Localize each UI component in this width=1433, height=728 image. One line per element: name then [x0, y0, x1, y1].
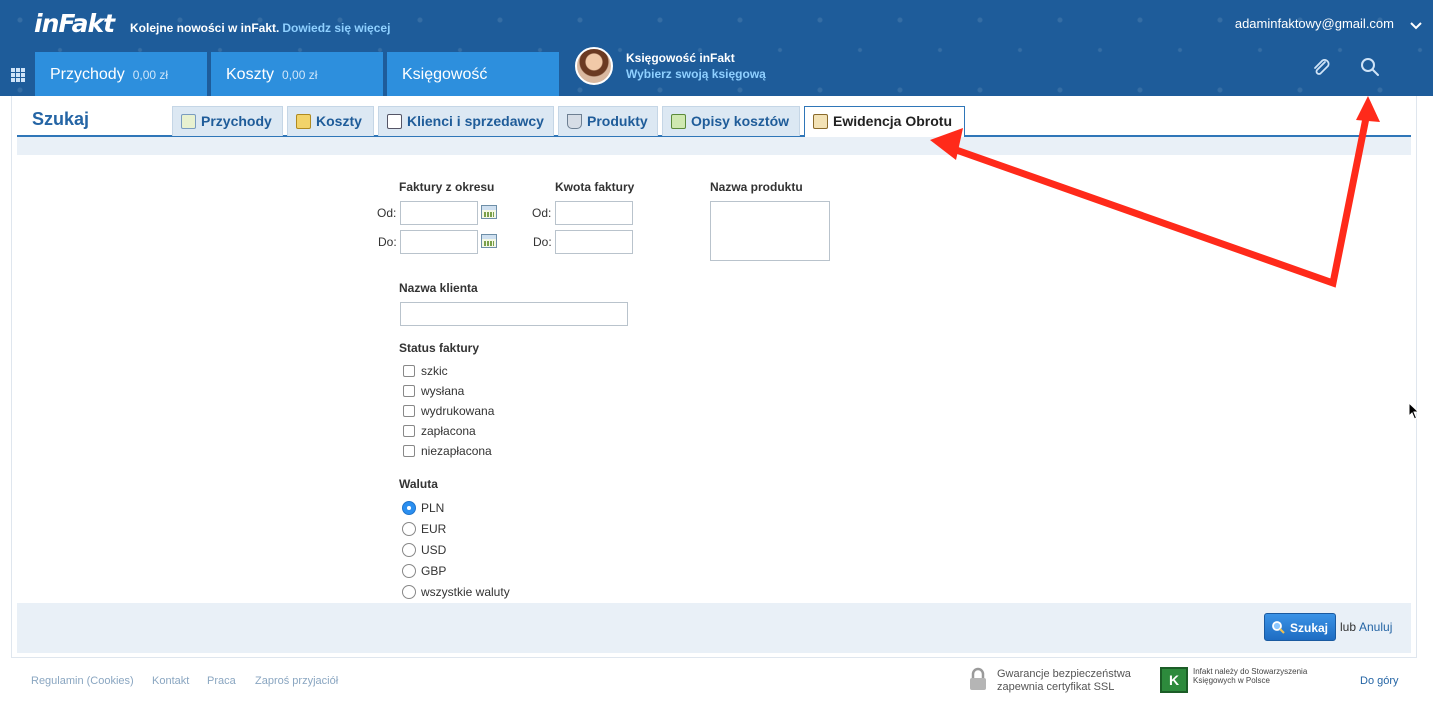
status-checkbox[interactable]	[403, 445, 415, 457]
tab-label: Klienci i sprzedawcy	[407, 113, 544, 129]
cancel-link[interactable]: Anuluj	[1359, 620, 1392, 634]
back-to-top-link[interactable]: Do góry	[1360, 675, 1399, 687]
nav-tab-label: Księgowość	[402, 66, 488, 83]
status-checkbox[interactable]	[403, 425, 415, 437]
panel-top-bar	[17, 137, 1411, 155]
nav-tab-amount: 0,00 zł	[132, 68, 169, 82]
news-link[interactable]: Dowiedz się więcej	[282, 21, 390, 35]
choose-accountant-link[interactable]: Wybierz swoją księgową	[626, 67, 766, 81]
nav-tab-ksiegowosc[interactable]: Księgowość	[387, 52, 559, 96]
status-option: wysłana	[421, 384, 465, 398]
book-icon	[813, 114, 828, 129]
accountant-title: Księgowość inFakt	[626, 51, 735, 65]
currency-radio[interactable]	[402, 501, 416, 515]
lock-icon	[970, 667, 986, 690]
status-checkbox[interactable]	[403, 365, 415, 377]
period-from-input[interactable]	[400, 201, 478, 225]
tab-label: Opisy kosztów	[691, 113, 790, 129]
currency-radio[interactable]	[402, 543, 416, 557]
sk-logo: K	[1160, 667, 1188, 693]
basket-icon	[567, 114, 582, 129]
tab-przychody[interactable]: Przychody	[172, 106, 283, 136]
tab-koszty[interactable]: Koszty	[287, 106, 374, 136]
amount-to-input[interactable]	[555, 230, 633, 254]
tab-klienci[interactable]: Klienci i sprzedawcy	[378, 106, 554, 136]
news-text: Kolejne nowości w inFakt.	[130, 21, 280, 35]
product-label: Nazwa produktu	[710, 180, 803, 194]
tab-produkty[interactable]: Produkty	[558, 106, 658, 136]
client-label: Nazwa klienta	[399, 281, 478, 295]
status-option: zapłacona	[421, 424, 476, 438]
period-from-label: Od:	[377, 206, 397, 220]
search-title: Szukaj	[32, 109, 90, 129]
nav-tab-amount: 0,00 zł	[282, 68, 318, 82]
currency-option: GBP	[421, 564, 447, 578]
currency-option: USD	[421, 543, 447, 557]
amount-from-input[interactable]	[555, 201, 633, 225]
news-banner: Kolejne nowości w inFakt. Dowiedz się wię…	[130, 21, 390, 35]
tab-opisy-kosztow[interactable]: Opisy kosztów	[662, 106, 800, 136]
footer-link-invite[interactable]: Zaproś przyjaciół	[255, 675, 338, 687]
footer-link-contact[interactable]: Kontakt	[152, 675, 189, 687]
user-email-menu[interactable]: adaminfaktowy@gmail.com	[1235, 16, 1394, 31]
cost-descriptions-icon	[671, 114, 686, 129]
period-to-label: Do:	[378, 235, 397, 249]
nav-tab-przychody[interactable]: Przychody 0,00 zł	[35, 52, 207, 96]
calendar-icon[interactable]	[481, 205, 497, 219]
tab-label: Ewidencja Obrotu	[833, 113, 953, 129]
currency-option: PLN	[421, 501, 445, 515]
tab-label: Produkty	[587, 113, 648, 129]
amount-from-label: Od:	[532, 206, 552, 220]
tab-label: Koszty	[316, 113, 362, 129]
tab-ewidencja-obrotu[interactable]: Ewidencja Obrotu	[804, 106, 965, 138]
nav-tab-koszty[interactable]: Koszty 0,00 zł	[211, 52, 383, 96]
amount-to-label: Do:	[533, 235, 552, 249]
ssl-guarantee: Gwarancje bezpieczeństwa zapewnia certyf…	[997, 668, 1131, 693]
mouse-cursor	[1408, 402, 1420, 420]
status-option: niezapłacona	[421, 444, 492, 458]
search-button-label: Szukaj	[1290, 621, 1329, 635]
status-label: Status faktury	[399, 341, 480, 355]
currency-option: EUR	[421, 522, 447, 536]
currency-radio[interactable]	[402, 522, 416, 536]
calendar-icon[interactable]	[481, 234, 497, 248]
status-checkbox[interactable]	[403, 405, 415, 417]
accountant-avatar[interactable]	[575, 47, 613, 85]
nav-tab-label: Koszty	[226, 66, 275, 83]
sk-membership: Infakt należy do Stowarzyszenia Księgowy…	[1193, 667, 1308, 685]
magnifier-icon	[1272, 621, 1285, 634]
amount-label: Kwota faktury	[555, 180, 635, 194]
paperclip-icon[interactable]	[1310, 56, 1332, 78]
apps-grid-icon[interactable]	[11, 68, 25, 82]
currency-option: wszystkie waluty	[421, 585, 510, 599]
footer-link-terms[interactable]: Regulamin (Cookies)	[31, 675, 134, 687]
or-text: lub	[1340, 620, 1357, 634]
tab-label: Przychody	[201, 113, 272, 129]
status-option: wydrukowana	[421, 404, 495, 418]
costs-icon	[296, 114, 311, 129]
chevron-down-icon[interactable]	[1409, 18, 1423, 32]
product-textarea[interactable]	[710, 201, 830, 261]
search-icon[interactable]	[1359, 56, 1381, 78]
client-input[interactable]	[400, 302, 628, 326]
currency-label: Waluta	[399, 477, 438, 491]
currency-radio[interactable]	[402, 585, 416, 599]
invoice-search-icon	[181, 114, 196, 129]
action-bar	[17, 603, 1411, 653]
status-checkbox[interactable]	[403, 385, 415, 397]
search-button[interactable]: Szukaj	[1264, 613, 1336, 641]
status-option: szkic	[421, 364, 448, 378]
nav-tab-label: Przychody	[50, 66, 125, 83]
infakt-logo[interactable]: inFakt	[34, 9, 115, 38]
period-to-input[interactable]	[400, 230, 478, 254]
period-label: Faktury z okresu	[399, 180, 495, 194]
currency-radio[interactable]	[402, 564, 416, 578]
contacts-icon	[387, 114, 402, 129]
footer-link-jobs[interactable]: Praca	[207, 675, 236, 687]
